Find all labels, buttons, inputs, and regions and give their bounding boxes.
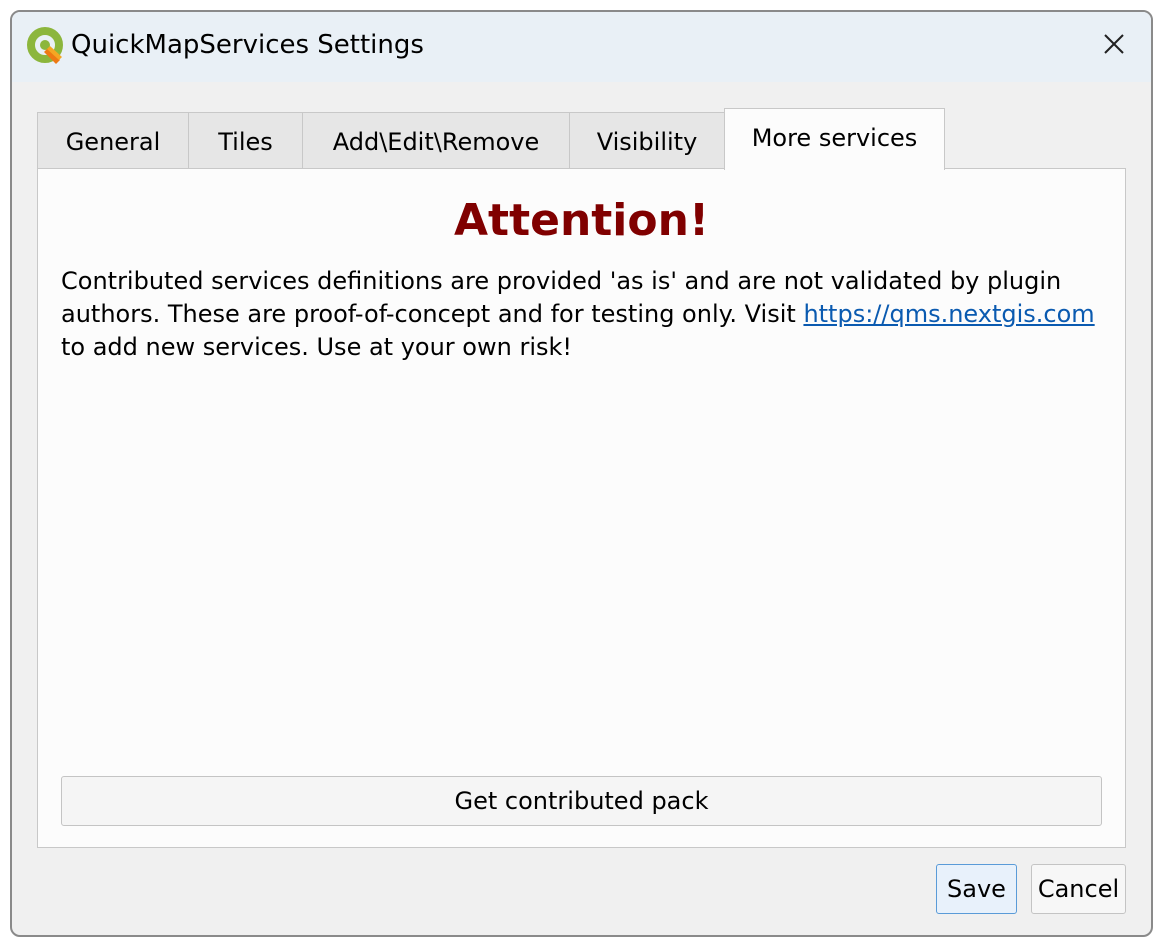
tab-add-edit-remove[interactable]: Add\Edit\Remove bbox=[302, 112, 570, 170]
disclaimer-text: Contributed services definitions are pro… bbox=[61, 265, 1111, 364]
tab-visibility[interactable]: Visibility bbox=[569, 112, 725, 170]
save-button[interactable]: Save bbox=[936, 864, 1017, 914]
disclaimer-text-end: to add new services. Use at your own ris… bbox=[61, 333, 573, 361]
attention-heading: Attention! bbox=[453, 195, 710, 246]
close-icon bbox=[1103, 33, 1125, 59]
title-bar[interactable]: QuickMapServices Settings bbox=[12, 12, 1151, 82]
cancel-button[interactable]: Cancel bbox=[1031, 864, 1126, 914]
window-title: QuickMapServices Settings bbox=[71, 30, 424, 60]
tab-tiles[interactable]: Tiles bbox=[188, 112, 303, 170]
tab-bar: General Tiles Add\Edit\Remove Visibility… bbox=[37, 108, 945, 170]
qms-link[interactable]: https://qms.nextgis.com bbox=[803, 300, 1094, 328]
get-contributed-pack-button[interactable]: Get contributed pack bbox=[61, 776, 1102, 826]
more-services-panel: Attention! Contributed services definiti… bbox=[37, 168, 1126, 848]
tab-general[interactable]: General bbox=[37, 112, 189, 170]
close-button[interactable] bbox=[1091, 24, 1137, 68]
settings-dialog: QuickMapServices Settings General Tiles … bbox=[10, 10, 1153, 937]
qgis-logo-icon bbox=[26, 26, 66, 66]
tab-more-services[interactable]: More services bbox=[724, 108, 945, 170]
